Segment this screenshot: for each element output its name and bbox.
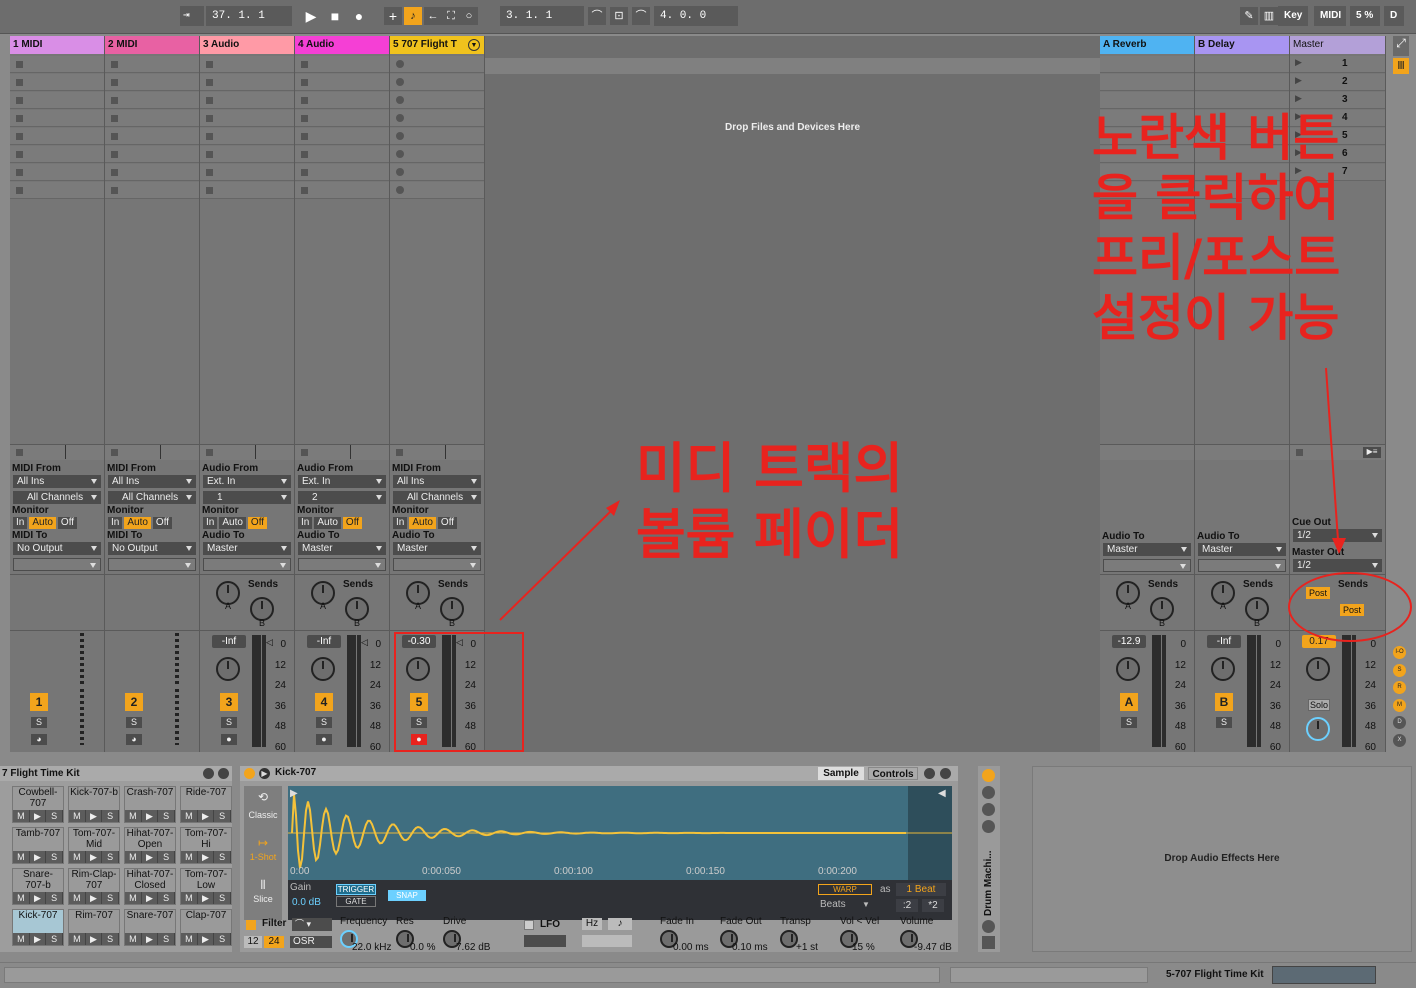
annotation-line: 미디 트랙의: [636, 437, 904, 500]
annotation-line: 을 클릭하여: [1092, 169, 1340, 227]
annotation-fader: 미디 트랙의 볼륨 페이더: [636, 436, 903, 568]
annotation-line: 노란색 버튼: [1092, 109, 1340, 167]
annotation-prepost: 노란색 버튼 을 클릭하여 프리/포스트 설정이 가능: [1092, 108, 1340, 348]
annotation-line: 설정이 가능: [1092, 289, 1340, 347]
annotation-line: 프리/포스트: [1092, 229, 1341, 287]
annotation-line: 볼륨 페이더: [636, 503, 904, 566]
